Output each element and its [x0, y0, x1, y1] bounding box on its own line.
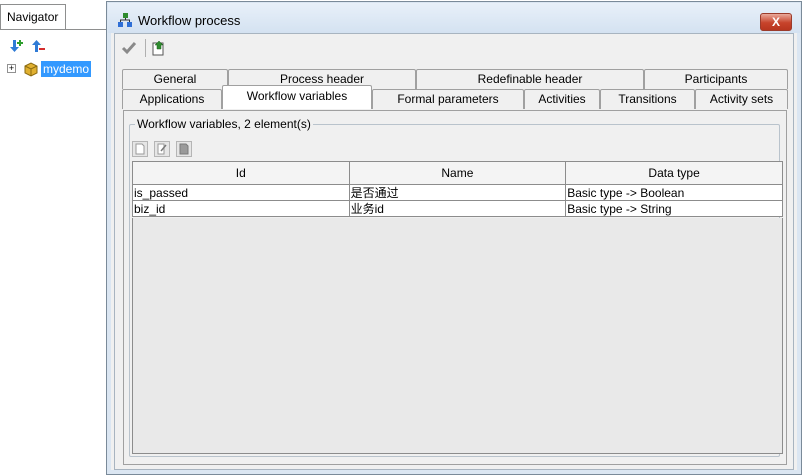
cell-data-type: Basic type -> Boolean — [565, 184, 783, 201]
expand-all-icon[interactable] — [8, 38, 24, 54]
dialog-content: General Process header Redefinable heade… — [114, 33, 794, 470]
cell-id: is_passed — [132, 184, 350, 201]
table-header-row: Id Name Data type — [132, 161, 783, 185]
edit-element-icon[interactable] — [154, 141, 170, 157]
workflow-process-dialog: Workflow process X General Process heade… — [106, 1, 802, 475]
collapse-all-icon[interactable] — [30, 38, 46, 54]
navigator-panel: + mydemo — [0, 29, 110, 475]
delete-element-icon[interactable] — [176, 141, 192, 157]
tab-applications[interactable]: Applications — [122, 89, 222, 109]
table-row[interactable]: is_passed 是否通过 Basic type -> Boolean — [132, 184, 783, 201]
variables-table: Id Name Data type is_passed 是否通过 Basic t… — [132, 161, 783, 217]
tab-transitions[interactable]: Transitions — [600, 89, 695, 109]
column-header-data-type[interactable]: Data type — [565, 161, 783, 185]
toolbar-separator — [145, 39, 146, 57]
tab-formal-parameters[interactable]: Formal parameters — [372, 89, 524, 109]
tab-general[interactable]: General — [122, 69, 228, 89]
tab-workflow-variables[interactable]: Workflow variables — [222, 85, 372, 109]
column-header-name[interactable]: Name — [348, 161, 567, 185]
apply-check-icon[interactable] — [120, 39, 138, 57]
tab-activities[interactable]: Activities — [524, 89, 600, 109]
tab-redefinable-header[interactable]: Redefinable header — [416, 69, 644, 89]
dialog-titlebar: Workflow process X — [108, 3, 800, 33]
package-icon — [23, 61, 39, 77]
cell-name: 是否通过 — [348, 184, 567, 201]
cell-name: 业务id — [348, 200, 567, 217]
tree-expander-plus[interactable]: + — [7, 64, 16, 73]
group-title: Workflow variables, 2 element(s) — [135, 117, 313, 131]
cell-data-type: Basic type -> String — [565, 200, 783, 217]
new-element-icon[interactable] — [132, 141, 148, 157]
workflow-icon — [117, 12, 133, 28]
tab-participants[interactable]: Participants — [644, 69, 788, 89]
navigator-tab[interactable]: Navigator — [0, 4, 66, 30]
export-icon[interactable] — [150, 39, 168, 57]
workflow-variables-page: Workflow variables, 2 element(s) Id Name… — [123, 110, 787, 465]
column-header-id[interactable]: Id — [132, 161, 350, 185]
dialog-title: Workflow process — [138, 13, 241, 28]
table-empty-area — [132, 218, 783, 454]
tab-activity-sets[interactable]: Activity sets — [695, 89, 788, 109]
close-button[interactable]: X — [760, 13, 792, 31]
tree-item-mydemo[interactable]: mydemo — [41, 61, 92, 77]
cell-id: biz_id — [132, 200, 350, 217]
table-row[interactable]: biz_id 业务id Basic type -> String — [132, 200, 783, 217]
workflow-variables-group: Workflow variables, 2 element(s) Id Name… — [129, 117, 783, 457]
